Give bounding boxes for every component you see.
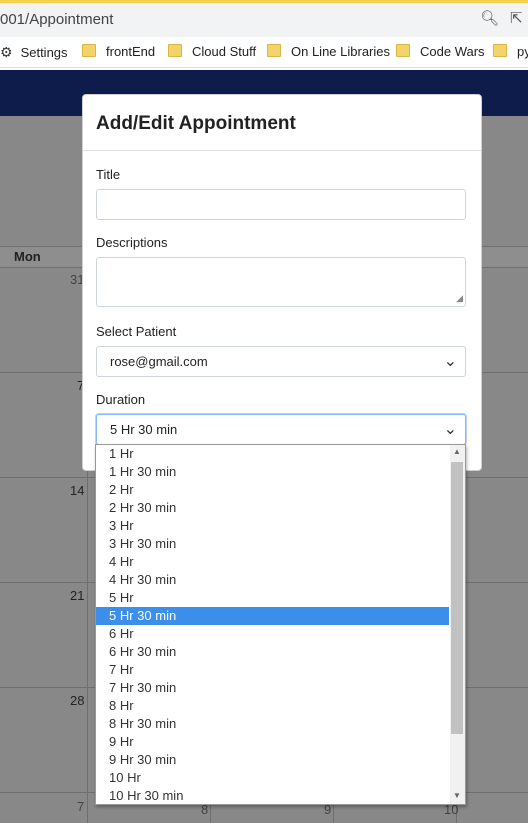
- bookmark-frontend[interactable]: frontEnd: [82, 44, 155, 59]
- duration-option[interactable]: 6 Hr 30 min: [96, 643, 449, 661]
- duration-option[interactable]: 1 Hr 30 min: [96, 463, 449, 481]
- duration-option[interactable]: 4 Hr: [96, 553, 449, 571]
- share-icon[interactable]: ⇱: [510, 9, 523, 27]
- duration-option[interactable]: 4 Hr 30 min: [96, 571, 449, 589]
- bookmark-py[interactable]: py: [493, 44, 528, 59]
- duration-dropdown-list[interactable]: 1 Hr 1 Hr 30 min 2 Hr 2 Hr 30 min 3 Hr 3 Hr 3…: [95, 444, 466, 805]
- descriptions-label: Descriptions: [96, 235, 168, 250]
- scroll-up-arrow-icon[interactable]: ▲: [453, 447, 461, 456]
- scroll-down-arrow-icon[interactable]: ▼: [453, 791, 461, 800]
- duration-option[interactable]: 9 Hr: [96, 733, 449, 751]
- duration-option[interactable]: 3 Hr 30 min: [96, 535, 449, 553]
- duration-option[interactable]: 10 Hr: [96, 769, 449, 787]
- chevron-down-icon: ⌄: [443, 421, 457, 438]
- descriptions-textarea[interactable]: ◢: [96, 257, 466, 307]
- folder-icon: [267, 44, 281, 57]
- duration-option[interactable]: 5 Hr 30 min: [96, 607, 449, 625]
- folder-icon: [396, 44, 410, 57]
- duration-option[interactable]: 3 Hr: [96, 517, 449, 535]
- bookmark-settings[interactable]: ⚙ Settings: [0, 44, 68, 61]
- day-number: 28: [70, 693, 85, 708]
- dropdown-scrollbar[interactable]: ▲ ▼: [450, 445, 465, 804]
- duration-option[interactable]: 8 Hr 30 min: [96, 715, 449, 733]
- duration-option[interactable]: 1 Hr: [96, 445, 449, 463]
- duration-option[interactable]: 7 Hr: [96, 661, 449, 679]
- day-header-mon: Mon: [14, 249, 41, 264]
- duration-option[interactable]: 10 Hr 30 min: [96, 787, 449, 804]
- address-bar[interactable]: 001/Appointment 🔍︎ ⇱: [0, 3, 528, 37]
- url-text[interactable]: 001/Appointment: [0, 11, 113, 28]
- bookmarks-bar: ⚙ Settings frontEnd Cloud Stuff On Line L…: [0, 37, 528, 68]
- bookmark-cloud-stuff[interactable]: Cloud Stuff: [168, 44, 256, 59]
- folder-icon: [168, 44, 182, 57]
- bookmark-online-libraries[interactable]: On Line Libraries: [267, 44, 390, 59]
- day-number: 14: [70, 483, 85, 498]
- chevron-down-icon: ⌄: [443, 353, 457, 370]
- duration-option[interactable]: 6 Hr: [96, 625, 449, 643]
- title-input[interactable]: [96, 189, 466, 220]
- bookmark-code-wars[interactable]: Code Wars: [396, 44, 485, 59]
- duration-option[interactable]: 2 Hr: [96, 481, 449, 499]
- duration-option[interactable]: 7 Hr 30 min: [96, 679, 449, 697]
- zoom-icon[interactable]: 🔍︎: [480, 9, 499, 27]
- day-number: 21: [70, 588, 85, 603]
- modal-title: Add/Edit Appointment: [96, 113, 296, 134]
- patient-label: Select Patient: [96, 324, 177, 339]
- folder-icon: [82, 44, 96, 57]
- scrollbar-thumb[interactable]: [451, 462, 463, 734]
- duration-option[interactable]: 8 Hr: [96, 697, 449, 715]
- duration-option[interactable]: 9 Hr 30 min: [96, 751, 449, 769]
- resize-grip-icon[interactable]: ◢: [456, 293, 463, 304]
- patient-select[interactable]: rose@gmail.com ⌄: [96, 346, 466, 377]
- duration-select[interactable]: 5 Hr 30 min ⌄: [96, 414, 466, 445]
- gear-icon: ⚙: [0, 44, 13, 60]
- title-label: Title: [96, 167, 121, 182]
- day-number: 7: [77, 799, 85, 814]
- duration-label: Duration: [96, 392, 146, 407]
- folder-icon: [493, 44, 507, 57]
- duration-option[interactable]: 5 Hr: [96, 589, 449, 607]
- appointment-modal: Add/Edit Appointment Title Descriptions …: [82, 94, 482, 471]
- duration-option[interactable]: 2 Hr 30 min: [96, 499, 449, 517]
- modal-divider: [83, 150, 481, 151]
